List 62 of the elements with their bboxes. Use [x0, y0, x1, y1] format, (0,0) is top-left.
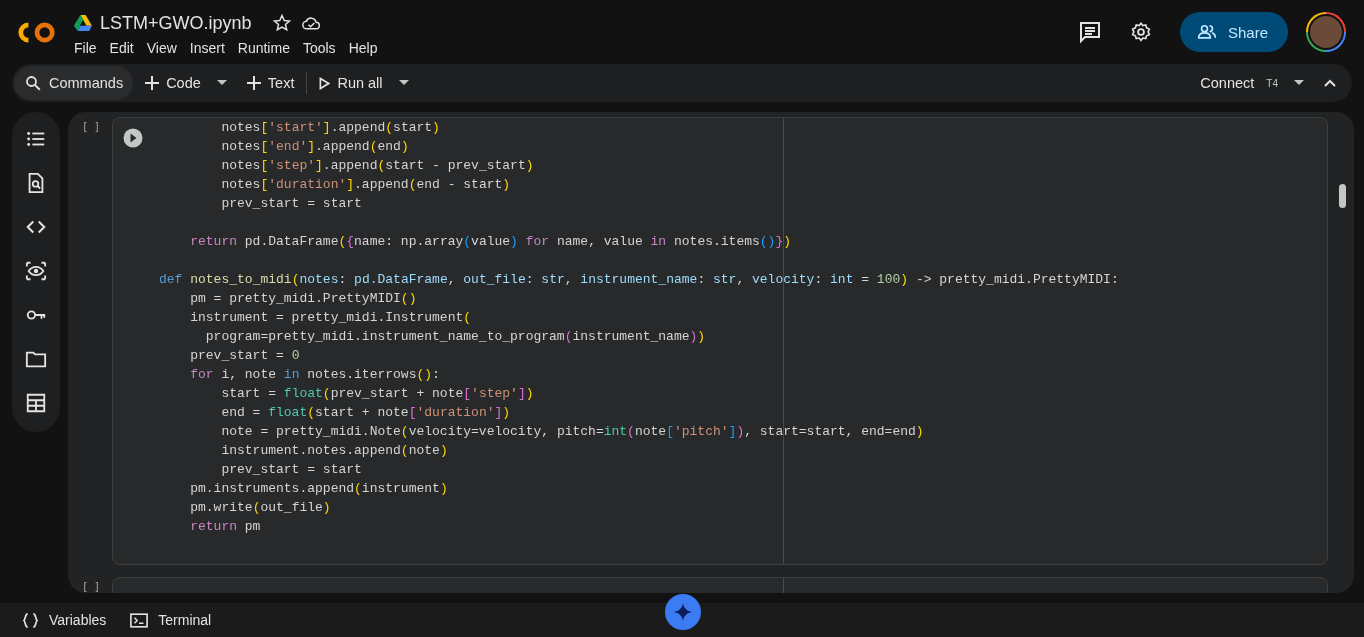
- add-text-button[interactable]: Text: [240, 66, 301, 100]
- menu-item[interactable]: File: [74, 39, 97, 56]
- code-line: start = float(prev_start + note['step']): [220, 385, 534, 403]
- code-line: notes['end'].append(end): [220, 138, 409, 156]
- play-icon: [319, 76, 331, 90]
- code-line: pm.instruments.append(instrument): [189, 480, 448, 498]
- code-line: prev_start = start: [220, 195, 362, 213]
- code-line: def notes_to_midi(notes: pd.DataFrame, out_file: str, instrument_name: str, velocity: int = 100) -> pretty_midi.PrettyMIDI:: [159, 271, 1119, 289]
- code-line: instrument = pretty_midi.Instrument(: [189, 309, 472, 327]
- terminal-button[interactable]: Terminal: [126, 612, 216, 628]
- scrollbar-thumb[interactable]: [1339, 184, 1346, 208]
- caret-icon[interactable]: [1294, 80, 1304, 86]
- code-line: notes['duration'].append(end - start): [220, 176, 511, 194]
- code-line: note = pretty_midi.Note(velocity=velocity, pitch=int(note['pitch']), start=start, end=end): [220, 423, 924, 441]
- code-line: prev_start = start: [220, 461, 362, 479]
- code-line: notes['step'].append(start - prev_start): [220, 157, 534, 175]
- code-line: pm.write(out_file): [189, 499, 331, 517]
- sparkle-button[interactable]: [665, 594, 701, 630]
- code-line: prev_start = 0: [189, 347, 300, 365]
- avatar[interactable]: [1306, 12, 1346, 52]
- code-line: instrument.notes.append(note): [220, 442, 448, 460]
- menu-item[interactable]: Edit: [109, 39, 134, 56]
- code-line: pm = pretty_midi.PrettyMIDI(): [189, 290, 417, 308]
- code-line: end = float(start + note['duration']): [220, 404, 511, 422]
- menu-item[interactable]: Tools: [302, 39, 336, 56]
- comment-icon[interactable]: [1077, 20, 1102, 44]
- commands-button[interactable]: Commands: [14, 66, 134, 100]
- settings-icon[interactable]: [1129, 21, 1152, 43]
- terminal-icon: [130, 612, 149, 628]
- code-line: return pm: [189, 518, 261, 536]
- menu-item[interactable]: Runtime: [237, 39, 290, 56]
- menu-item[interactable]: View: [146, 39, 177, 56]
- run-cell-icon[interactable]: [123, 128, 143, 148]
- run-all-button[interactable]: Run all: [313, 66, 389, 100]
- code-line: for i, note in notes.iterrows():: [189, 366, 440, 384]
- drive-icon: [74, 15, 92, 31]
- share-button[interactable]: Share: [1179, 12, 1288, 52]
- code-line: notes['start'].append(start): [220, 119, 440, 137]
- people-icon: [1195, 22, 1218, 42]
- caret-icon[interactable]: [216, 80, 227, 86]
- logo-icon[interactable]: [16, 19, 58, 45]
- notebook-title[interactable]: LSTM+GWO.ipynb: [100, 12, 252, 34]
- variables-button[interactable]: Variables: [18, 612, 111, 628]
- plus-icon: [246, 76, 261, 90]
- execution-count-label: [ ]: [81, 580, 102, 592]
- braces-icon: [22, 612, 39, 628]
- star-icon[interactable]: [271, 13, 292, 33]
- caret-icon[interactable]: [398, 80, 409, 86]
- add-code-button[interactable]: Code: [139, 66, 207, 100]
- search-icon: [24, 74, 42, 92]
- menu-item[interactable]: Insert: [189, 39, 225, 56]
- table-icon[interactable]: [25, 392, 47, 414]
- sparkle-icon: [674, 603, 692, 621]
- menu-item[interactable]: Help: [348, 39, 378, 56]
- code-line: return pd.DataFrame({name: np.array(value) for name, value in notes.items()}): [189, 233, 792, 251]
- chevron-up-icon[interactable]: [1324, 79, 1336, 87]
- code-line: program=pretty_midi.instrument_name_to_program(instrument_name)): [204, 328, 706, 346]
- execution-count-label: [ ]: [81, 120, 102, 132]
- eye-icon[interactable]: [25, 260, 47, 282]
- runtime-type-label: T4: [1266, 77, 1278, 89]
- plus-icon: [145, 76, 160, 90]
- connect-button[interactable]: Connect: [1194, 66, 1261, 100]
